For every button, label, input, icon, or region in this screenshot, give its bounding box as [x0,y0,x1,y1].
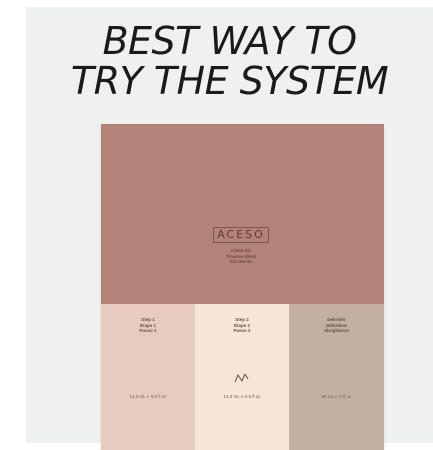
step-1-panel: Step 1 Étape 1 Passo 1 14.3 mL ℮ 0.5 fl … [101,304,195,450]
headline-line-1: BEST WAY TO [102,19,357,63]
step-1-volume: 14.3 mL ℮ 0.5 fl oz [129,394,167,399]
brand-logo: ACESO [213,227,269,243]
step-1-label: Step 1 Étape 1 Passo 1 [101,317,195,334]
headline: BEST WAY TO TRY THE SYSTEM [26,21,433,101]
step-2-panel: Step 2 Étape 2 Passo 2 14.3 mL ℮ 0.5 fl … [195,304,289,450]
debrider-label: Debrider Débrideur Sbrigliatore [289,317,384,334]
brand-mark-icon [234,373,249,383]
product-image: ACESO Client Kit Trousse client Kit clie… [101,124,384,450]
step-2-label: Step 2 Étape 2 Passo 2 [195,317,289,334]
debrider-panel: Debrider Débrideur Sbrigliatore 60 mL ℮ … [289,304,384,450]
step-2-volume: 14.3 mL ℮ 0.5 fl oz [223,394,261,399]
headline-line-2: TRY THE SYSTEM [70,59,389,103]
kit-label: Client Kit Trousse client Kit cliente [201,248,281,265]
product-card: BEST WAY TO TRY THE SYSTEM ACESO Client … [26,7,433,450]
step-2-it: Passo 2 [233,328,251,333]
debrider-it: Sbrigliatore [323,328,349,333]
step-1-it: Passo 1 [139,328,157,333]
kit-label-it: Kit cliente [230,259,252,264]
debrider-volume: 60 mL ℮ 2 fl oz [321,394,352,399]
